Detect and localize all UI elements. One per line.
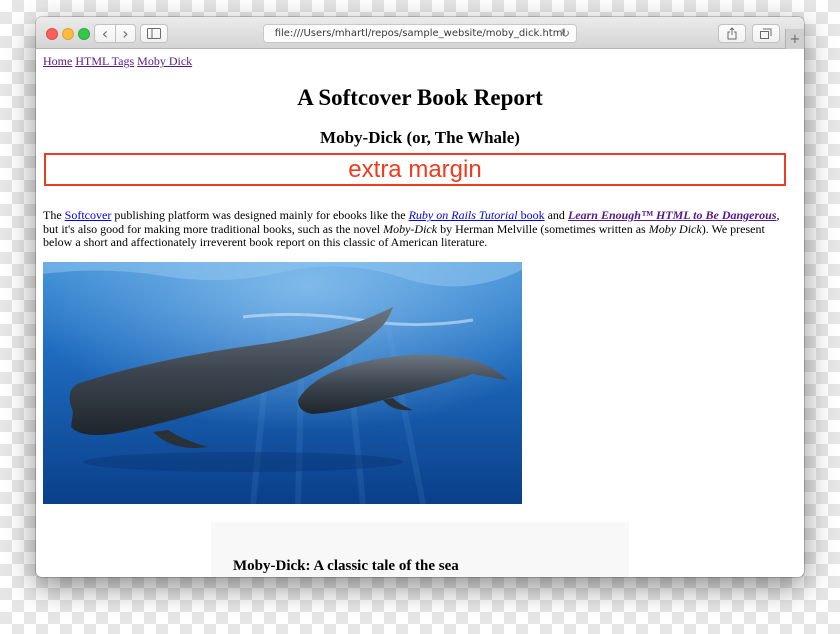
intro-text-1: The [43, 208, 65, 222]
extra-margin-box: extra margin [44, 153, 786, 186]
close-window-button[interactable] [46, 28, 58, 40]
back-button[interactable]: ‹ [94, 24, 115, 43]
page-title: A Softcover Book Report [297, 85, 543, 110]
address-bar[interactable]: file:///Users/mhartl/repos/sample_websit… [263, 24, 577, 43]
nav-link-html-tags[interactable]: HTML Tags [75, 54, 134, 68]
sidebar-title: Moby-Dick: A classic tale of the sea [233, 558, 459, 574]
history-buttons: ‹ › [94, 24, 136, 43]
site-nav: Home HTML Tags Moby Dick [43, 54, 192, 69]
intro-text-3: and [544, 208, 568, 222]
nav-link-moby-dick[interactable]: Moby Dick [137, 54, 192, 68]
minimize-window-button[interactable] [62, 28, 74, 40]
show-tabs-button[interactable] [752, 24, 780, 43]
share-button[interactable] [718, 24, 746, 43]
share-icon [727, 27, 737, 40]
intro-text-2: publishing platform was designed mainly … [111, 208, 409, 222]
new-tab-button[interactable]: + [785, 29, 804, 49]
chevron-left-icon: ‹ [101, 23, 109, 43]
page-content: Home HTML Tags Moby Dick A Softcover Boo… [36, 49, 804, 577]
browser-toolbar: ‹ › file:///Users/mhartl/repos/sample_we… [36, 17, 804, 49]
sidebar-icon [147, 28, 161, 39]
whale-photo-image [43, 262, 522, 504]
zoom-window-button[interactable] [78, 28, 90, 40]
browser-window: ‹ › file:///Users/mhartl/repos/sample_we… [36, 17, 804, 577]
whale-photo [43, 262, 522, 504]
sidebar-toggle-button[interactable] [140, 24, 168, 43]
nav-link-home[interactable]: Home [43, 54, 72, 68]
extra-margin-label: extra margin [348, 155, 482, 183]
chevron-right-icon: › [122, 23, 129, 43]
softcover-link[interactable]: Softcover [65, 208, 112, 222]
reload-icon[interactable]: ↻ [561, 27, 570, 40]
address-url: file:///Users/mhartl/repos/sample_websit… [274, 28, 566, 39]
rails-tutorial-link-title: Ruby on Rails Tutorial [408, 208, 518, 222]
forward-button[interactable]: › [115, 24, 136, 43]
moby-dick-alt-emphasis: Moby Dick [648, 221, 702, 236]
sidebar-box: Moby-Dick: A classic tale of the sea [211, 522, 629, 577]
moby-dick-emphasis: Moby-Dick [383, 221, 438, 236]
rails-tutorial-link[interactable]: Ruby on Rails Tutorial book [409, 208, 545, 222]
plus-icon: + [789, 31, 801, 47]
intro-paragraph: The Softcover publishing platform was de… [43, 208, 791, 250]
tabs-icon [760, 28, 772, 39]
learn-enough-link[interactable]: Learn Enough™ HTML to Be Dangerous [568, 208, 777, 222]
intro-text-5: by Herman Melville (sometimes written as [437, 221, 649, 236]
page-subtitle: Moby-Dick (or, The Whale) [320, 128, 520, 147]
rails-tutorial-link-suffix: book [517, 208, 545, 222]
